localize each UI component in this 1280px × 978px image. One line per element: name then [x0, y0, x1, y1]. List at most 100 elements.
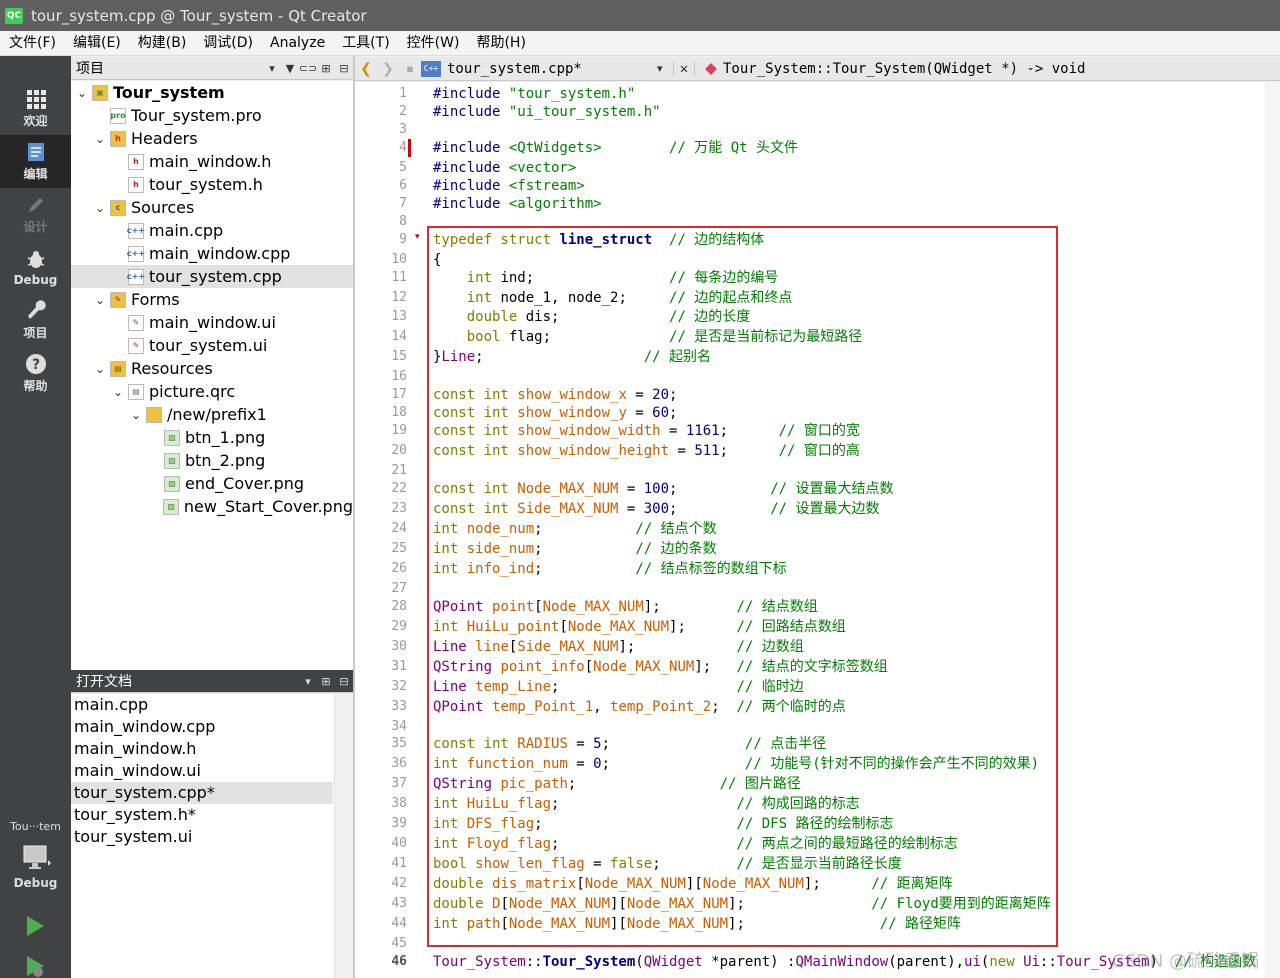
code-line[interactable]: Line temp_Line; // 临时边	[433, 678, 804, 696]
link-icon[interactable]: ⊂⊃	[299, 59, 317, 77]
close-pane-icon[interactable]: ⊟	[335, 672, 353, 690]
code-line[interactable]: double dis; // 边的长度	[433, 308, 751, 326]
code-line[interactable]: int Floyd_flag; // 两点之间的最短路径的绘制标志	[433, 835, 958, 853]
tree-item[interactable]: ▧ new_Start_Cover.png	[71, 495, 353, 518]
tree-item[interactable]: c++ tour_system.cpp	[71, 265, 353, 288]
open-document-item[interactable]: tour_system.cpp*	[71, 782, 333, 804]
code-line[interactable]: #include <algorithm>	[433, 195, 602, 213]
target-selector[interactable]: Debug	[0, 842, 71, 894]
split-icon[interactable]: ⊞	[317, 672, 335, 690]
scrollbar[interactable]	[334, 694, 353, 978]
chevron-down-icon[interactable]: ▾	[263, 59, 281, 77]
open-document-item[interactable]: main_window.ui	[71, 760, 333, 782]
code-line[interactable]: int info_ind; // 结点标签的数组下标	[433, 560, 787, 578]
code-line[interactable]: #include <vector>	[433, 159, 576, 177]
menu-item[interactable]: 调试(D)	[194, 31, 261, 56]
tree-item[interactable]: ▧ btn_1.png	[71, 426, 353, 449]
open-document-item[interactable]: main.cpp	[71, 694, 333, 716]
code-line[interactable]: int path[Node_MAX_NUM][Node_MAX_NUM]; //…	[433, 915, 961, 933]
code-line[interactable]: int HuiLu_flag; // 构成回路的标志	[433, 795, 860, 813]
code-line[interactable]: int DFS_flag; // DFS 路径的绘制标志	[433, 815, 893, 833]
code-line[interactable]: QPoint point[Node_MAX_NUM]; // 结点数组	[433, 598, 818, 616]
mode-help[interactable]: ? 帮助	[0, 347, 71, 400]
code-line[interactable]: #include <fstream>	[433, 177, 585, 195]
menu-item[interactable]: 工具(T)	[333, 31, 397, 56]
split-icon[interactable]: ⊞	[317, 59, 335, 77]
code-line[interactable]: const int Node_MAX_NUM = 100; // 设置最大结点数	[433, 480, 894, 498]
tree-item[interactable]: h main_window.h	[71, 150, 353, 173]
debug-run-icon[interactable]	[23, 954, 47, 978]
forward-arrow-icon[interactable]: ❯	[377, 61, 399, 77]
mode-projects[interactable]: 项目	[0, 294, 71, 347]
code-line[interactable]: const int RADIUS = 5; // 点击半径	[433, 735, 826, 753]
code-line[interactable]: #include "tour_system.h"	[433, 85, 635, 103]
open-document-item[interactable]: tour_system.h*	[71, 804, 333, 826]
mode-welcome[interactable]: 欢迎	[0, 82, 71, 135]
code-editor[interactable]: 1 2 3 4 5 6 7 8 9 10 11 12 13 14 15 16 17 18 19 20 21 22 23 24 2…	[355, 82, 1280, 978]
code-line[interactable]: double dis_matrix[Node_MAX_NUM][Node_MAX…	[433, 875, 953, 893]
code-line[interactable]: int function_num = 0; // 功能号(针对不同的操作会产生不…	[433, 755, 1039, 773]
code-line[interactable]: int ind; // 每条边的编号	[433, 269, 779, 287]
tree-item[interactable]: ⌄ ▤ picture.qrc	[71, 380, 353, 403]
code-line[interactable]: const int show_window_y = 60;	[433, 404, 677, 422]
current-file-selector[interactable]: tour_system.cpp*	[447, 61, 657, 77]
code-line[interactable]: QString point_info[Node_MAX_NUM]; // 结点的…	[433, 658, 888, 676]
open-document-item[interactable]: tour_system.ui	[71, 826, 333, 848]
tree-item[interactable]: ⌄ h Headers	[71, 127, 353, 150]
tree-item[interactable]: c++ main.cpp	[71, 219, 353, 242]
code-line[interactable]: int side_num; // 边的条数	[433, 540, 717, 558]
tree-item[interactable]: ▧ end_Cover.png	[71, 472, 353, 495]
chevron-down-icon[interactable]: ⌄	[111, 385, 125, 399]
chevron-down-icon[interactable]: ⌄	[93, 293, 107, 307]
code-line[interactable]: #include "ui_tour_system.h"	[433, 103, 661, 121]
code-line[interactable]: const int show_window_width = 1161; // 窗…	[433, 422, 860, 440]
menu-item[interactable]: 编辑(E)	[64, 31, 129, 56]
tree-item[interactable]: ✎ tour_system.ui	[71, 334, 353, 357]
code-line[interactable]: const int show_window_height = 511; // 窗…	[433, 442, 860, 460]
tree-item[interactable]: ⌄ c Sources	[71, 196, 353, 219]
back-arrow-icon[interactable]: ❮	[355, 61, 377, 77]
tree-item[interactable]: ⌄ ▤ Resources	[71, 357, 353, 380]
open-document-item[interactable]: main_window.h	[71, 738, 333, 760]
chevron-down-icon[interactable]: ▾	[299, 672, 317, 690]
menu-item[interactable]: 控件(W)	[398, 31, 468, 56]
code-line[interactable]: int node_num; // 结点个数	[433, 520, 717, 538]
tree-item[interactable]: c++ main_window.cpp	[71, 242, 353, 265]
symbol-selector[interactable]: Tour_System::Tour_System(QWidget *) -> v…	[723, 61, 1085, 77]
code-line[interactable]: bool flag; // 是否是当前标记为最短路径	[433, 328, 863, 346]
open-document-item[interactable]: main_window.cpp	[71, 716, 333, 738]
code-line[interactable]: QPoint temp_Point_1, temp_Point_2; // 两个…	[433, 698, 846, 716]
mode-debug[interactable]: Debug	[0, 241, 71, 294]
tree-item[interactable]: ✎ main_window.ui	[71, 311, 353, 334]
code-line[interactable]: #include <QtWidgets> // 万能 Qt 头文件	[433, 139, 798, 157]
code-line[interactable]: const int Side_MAX_NUM = 300; // 设置最大边数	[433, 500, 880, 518]
filter-icon[interactable]: ▼	[281, 59, 299, 77]
code-line[interactable]: QString pic_path; // 图片路径	[433, 775, 801, 793]
code-line[interactable]: const int show_window_x = 20;	[433, 386, 677, 404]
code-line[interactable]: bool show_len_flag = false; // 是否显示当前路径长…	[433, 855, 902, 873]
chevron-down-icon[interactable]: ⌄	[129, 408, 143, 422]
chevron-down-icon[interactable]: ⌄	[75, 86, 89, 100]
menu-item[interactable]: 构建(B)	[129, 31, 195, 56]
menu-item[interactable]: Analyze	[261, 31, 333, 56]
tree-item[interactable]: ⌄ /new/prefix1	[71, 403, 353, 426]
tree-item[interactable]: pro Tour_system.pro	[71, 104, 353, 127]
close-icon[interactable]: ✕	[673, 60, 695, 77]
code-line[interactable]: double D[Node_MAX_NUM][Node_MAX_NUM]; //…	[433, 895, 1051, 913]
tree-item[interactable]: h tour_system.h	[71, 173, 353, 196]
mode-design[interactable]: 设计	[0, 188, 71, 241]
mode-edit[interactable]: 编辑	[0, 135, 71, 188]
code-line[interactable]: {	[433, 251, 441, 269]
menu-item[interactable]: 帮助(H)	[467, 31, 533, 56]
close-pane-icon[interactable]: ⊟	[335, 59, 353, 77]
editor-scrollbar[interactable]	[1265, 82, 1280, 978]
run-icon[interactable]	[23, 914, 47, 938]
tree-item[interactable]: ▧ btn_2.png	[71, 449, 353, 472]
chevron-down-icon[interactable]: ⌄	[93, 132, 107, 146]
menu-item[interactable]: 文件(F)	[0, 31, 64, 56]
fold-marker-icon[interactable]: ▾	[415, 232, 420, 242]
chevron-down-icon[interactable]: ⌄	[93, 201, 107, 215]
chevron-down-icon[interactable]: ▾	[657, 62, 673, 75]
code-line[interactable]: int node_1, node_2; // 边的起点和终点	[433, 289, 793, 307]
code-line[interactable]: Line line[Side_MAX_NUM]; // 边数组	[433, 638, 804, 656]
